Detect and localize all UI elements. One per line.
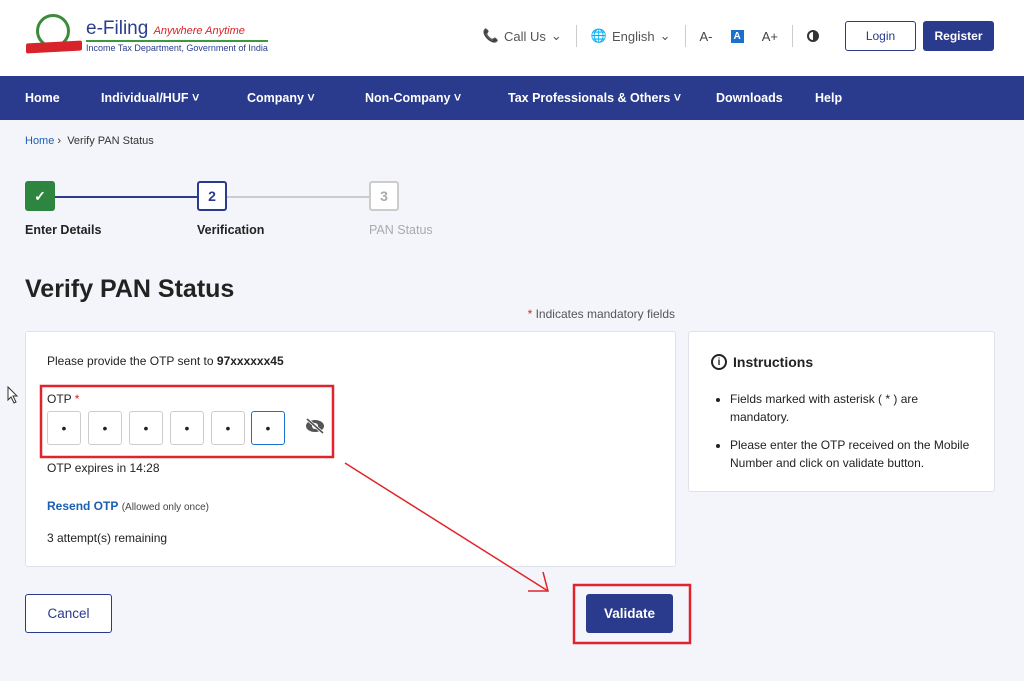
logo-tagline: Anywhere Anytime xyxy=(153,24,245,37)
login-button[interactable]: Login xyxy=(845,21,916,51)
register-button[interactable]: Register xyxy=(923,21,994,51)
font-decrease-button[interactable]: A- xyxy=(700,29,713,44)
validate-button[interactable]: Validate xyxy=(586,594,673,633)
logo-title: e-Filing xyxy=(86,17,149,39)
font-default-button[interactable]: A xyxy=(730,29,744,43)
breadcrumb-home[interactable]: Home xyxy=(25,135,54,147)
mandatory-note: * Indicates mandatory fields xyxy=(527,307,675,321)
instruction-item: Fields marked with asterisk ( * ) are ma… xyxy=(730,390,980,426)
efiling-logo[interactable]: e-Filing Anywhere Anytime Income Tax Dep… xyxy=(26,14,268,56)
instructions-title: Instructions xyxy=(733,354,814,370)
info-icon: i xyxy=(711,354,727,370)
otp-prompt: Please provide the OTP sent to 97xxxxxx4… xyxy=(47,354,284,368)
emblem-icon xyxy=(26,14,82,56)
globe-icon: 🌐 xyxy=(590,28,607,43)
step-connector xyxy=(227,196,369,198)
contrast-icon[interactable] xyxy=(807,30,819,42)
instruction-item: Please enter the OTP received on the Mob… xyxy=(730,436,980,472)
instructions-panel: i Instructions Fields marked with asteri… xyxy=(688,331,995,492)
step-3-indicator: 3 xyxy=(369,181,399,211)
resend-otp-link[interactable]: Resend OTP xyxy=(47,499,118,513)
step-1-label: Enter Details xyxy=(25,223,102,237)
otp-digit-3[interactable]: • xyxy=(129,411,163,445)
breadcrumb-current: Verify PAN Status xyxy=(67,135,154,147)
step-2-label: Verification xyxy=(197,223,265,237)
nav-downloads[interactable]: Downloads xyxy=(716,91,783,105)
language-dropdown[interactable]: 🌐 English ⌄ xyxy=(591,28,671,44)
page-title: Verify PAN Status xyxy=(25,275,235,303)
breadcrumb: Home › Verify PAN Status xyxy=(25,135,154,147)
header: e-Filing Anywhere Anytime Income Tax Dep… xyxy=(0,0,1024,76)
call-us-dropdown[interactable]: 📞 Call Us ⌄ xyxy=(483,28,562,44)
otp-expiry: OTP expires in 14:28 xyxy=(47,461,160,475)
nav-help[interactable]: Help xyxy=(815,91,842,105)
attempts-remaining: 3 attempt(s) remaining xyxy=(47,531,168,545)
nav-home[interactable]: Home xyxy=(25,91,60,105)
otp-digit-1[interactable]: • xyxy=(47,411,81,445)
chevron-down-icon: ⌄ xyxy=(659,28,671,43)
otp-label: OTP * xyxy=(47,392,80,406)
otp-digit-6[interactable]: • xyxy=(251,411,285,445)
step-3-label: PAN Status xyxy=(369,223,433,237)
mouse-cursor-icon xyxy=(7,385,19,404)
arrowhead-icon xyxy=(528,571,549,592)
otp-digit-2[interactable]: • xyxy=(88,411,122,445)
step-1-check-icon: ✓ xyxy=(25,181,55,211)
resend-row: Resend OTP (Allowed only once) xyxy=(47,499,209,513)
step-connector xyxy=(55,196,198,198)
otp-digit-5[interactable]: • xyxy=(211,411,245,445)
nav-non-company[interactable]: Non-Company ˅ xyxy=(365,91,461,105)
call-us-label: Call Us xyxy=(503,28,546,44)
eye-off-icon[interactable] xyxy=(304,417,326,435)
main-nav: Home Individual/HUF ˅ Company ˅ Non-Comp… xyxy=(0,76,1024,120)
nav-company[interactable]: Company ˅ xyxy=(247,91,315,105)
font-increase-button[interactable]: A+ xyxy=(762,29,778,44)
step-2-indicator: 2 xyxy=(197,181,227,211)
logo-subtitle: Income Tax Department, Government of Ind… xyxy=(86,39,268,53)
nav-tax-professionals[interactable]: Tax Professionals & Others ˅ xyxy=(508,91,681,105)
cancel-button[interactable]: Cancel xyxy=(25,594,112,633)
phone-icon: 📞 xyxy=(482,28,499,43)
nav-individual[interactable]: Individual/HUF ˅ xyxy=(101,91,199,105)
language-label: English xyxy=(611,28,655,44)
otp-digit-4[interactable]: • xyxy=(170,411,204,445)
chevron-down-icon: ⌄ xyxy=(550,28,562,43)
